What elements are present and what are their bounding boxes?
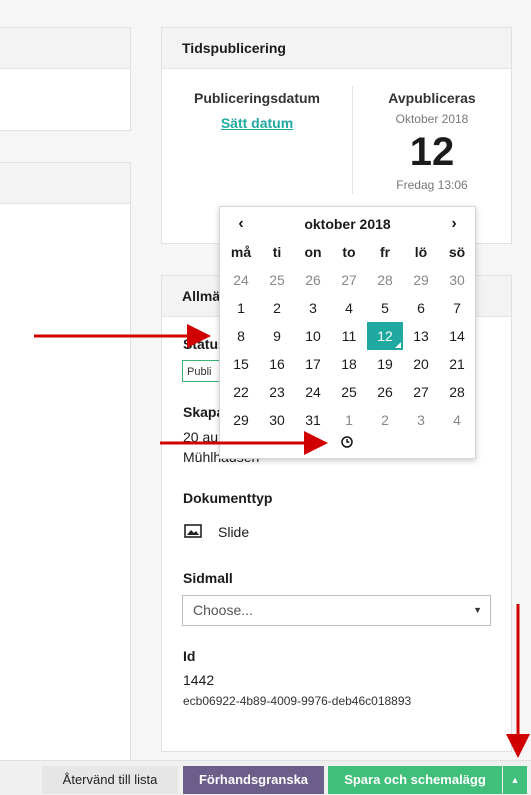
calendar-day[interactable]: 26 <box>367 378 403 406</box>
calendar-day[interactable]: 19 <box>367 350 403 378</box>
template-select-value: Choose... <box>193 602 253 618</box>
calendar-day[interactable]: 10 <box>295 322 331 350</box>
calendar-day[interactable]: 27 <box>403 378 439 406</box>
time-publishing-title: Tidspublicering <box>162 28 511 69</box>
calendar-day[interactable]: 5 <box>367 294 403 322</box>
calendar-day[interactable]: 2 <box>367 406 403 434</box>
calendar-day[interactable]: 27 <box>331 266 367 294</box>
calendar-day[interactable]: 24 <box>295 378 331 406</box>
unpublish-date-column[interactable]: Avpubliceras Oktober 2018 12 Fredag 13:0… <box>352 90 512 192</box>
calendar-day[interactable]: 25 <box>331 378 367 406</box>
clock-icon[interactable] <box>341 435 353 448</box>
next-month-button[interactable]: › <box>441 211 467 237</box>
publish-date-label: Publiceringsdatum <box>193 90 321 106</box>
left-panel-main <box>0 162 131 762</box>
calendar-day[interactable]: 21 <box>439 350 475 378</box>
calendar-day[interactable]: 23 <box>259 378 295 406</box>
calendar-day[interactable]: 28 <box>367 266 403 294</box>
unpublish-month: Oktober 2018 <box>395 112 469 126</box>
calendar-day[interactable]: 8 <box>223 322 259 350</box>
unpublish-time: Fredag 13:06 <box>396 178 468 192</box>
calendar-day[interactable]: 30 <box>259 406 295 434</box>
calendar-month-label: oktober 2018 <box>304 216 391 232</box>
calendar-day[interactable]: 22 <box>223 378 259 406</box>
publish-date-column: Publiceringsdatum Sätt datum <box>162 90 352 133</box>
calendar-day[interactable]: 1 <box>331 406 367 434</box>
calendar-day[interactable]: 31 <box>295 406 331 434</box>
weekday-header: må <box>230 244 252 260</box>
calendar-day[interactable]: 17 <box>295 350 331 378</box>
save-options-dropdown-button[interactable]: ▲ <box>503 766 527 794</box>
date-picker-popup[interactable]: ‹ oktober 2018 › må ti on to fr lö sö 24 25 26 27 2… <box>219 206 476 459</box>
doctype-value: Slide <box>218 524 250 540</box>
calendar-day-selected[interactable]: 12 <box>367 322 403 350</box>
calendar-day[interactable]: 29 <box>403 266 439 294</box>
calendar-day[interactable]: 25 <box>259 266 295 294</box>
weekday-header: on <box>304 244 322 260</box>
calendar-day[interactable]: 26 <box>295 266 331 294</box>
calendar-day[interactable]: 9 <box>259 322 295 350</box>
unpublish-day: 12 <box>409 130 455 174</box>
calendar-day[interactable]: 16 <box>259 350 295 378</box>
left-panel-top-header <box>0 28 130 69</box>
calendar-day[interactable]: 1 <box>223 294 259 322</box>
weekday-header: to <box>342 244 356 260</box>
back-to-list-button[interactable]: Återvänd till lista <box>42 766 178 794</box>
calendar-day[interactable]: 18 <box>331 350 367 378</box>
save-and-schedule-button[interactable]: Spara och schemalägg <box>328 766 502 794</box>
doctype-label: Dokumenttyp <box>183 490 273 506</box>
calendar-day[interactable]: 30 <box>439 266 475 294</box>
image-icon <box>184 524 202 541</box>
preview-button[interactable]: Förhandsgranska <box>183 766 324 794</box>
guid-value: ecb06922-4b89-4009-9976-deb46c018893 <box>183 694 412 708</box>
calendar-day[interactable]: 28 <box>439 378 475 406</box>
calendar-day[interactable]: 13 <box>403 322 439 350</box>
calendar-day[interactable]: 20 <box>403 350 439 378</box>
calendar-day[interactable]: 6 <box>403 294 439 322</box>
created-value: 20 au <box>183 429 219 445</box>
action-bar: Återvänd till lista Förhandsgranska Spar… <box>0 760 531 795</box>
left-panel-top <box>0 27 131 131</box>
template-label: Sidmall <box>183 570 233 586</box>
calendar-day[interactable]: 2 <box>259 294 295 322</box>
calendar-day[interactable]: 4 <box>331 294 367 322</box>
calendar-day[interactable]: 3 <box>295 294 331 322</box>
calendar-day[interactable]: 15 <box>223 350 259 378</box>
calendar-day[interactable]: 29 <box>223 406 259 434</box>
template-select[interactable]: Choose... ▼ <box>182 595 491 626</box>
weekday-header: lö <box>414 244 428 260</box>
set-date-link[interactable]: Sätt datum <box>221 115 293 131</box>
calendar-day[interactable]: 7 <box>439 294 475 322</box>
weekday-header: sö <box>448 244 466 260</box>
weekday-header: ti <box>272 244 282 260</box>
calendar-day[interactable]: 24 <box>223 266 259 294</box>
id-label: Id <box>183 648 196 664</box>
unpublish-label: Avpubliceras <box>388 90 476 106</box>
id-value: 1442 <box>183 672 215 688</box>
calendar-day[interactable]: 14 <box>439 322 475 350</box>
left-panel-main-header <box>0 163 130 204</box>
calendar-day[interactable]: 11 <box>331 322 367 350</box>
calendar-day[interactable]: 3 <box>403 406 439 434</box>
chevron-down-icon: ▼ <box>473 605 482 615</box>
calendar-day[interactable]: 4 <box>439 406 475 434</box>
weekday-header: fr <box>379 244 391 260</box>
status-badge: Publi <box>182 360 222 382</box>
